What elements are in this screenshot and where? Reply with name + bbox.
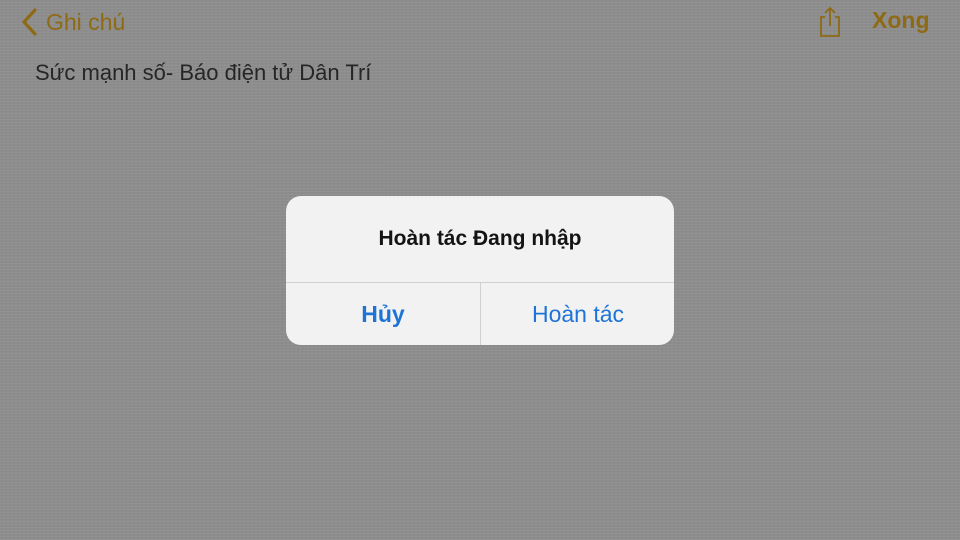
chevron-left-icon [20,7,38,37]
back-button-label: Ghi chú [46,8,126,35]
done-button[interactable]: Xong [872,7,930,34]
note-body-text[interactable]: Sức mạnh số- Báo điện tử Dân Trí [35,60,371,86]
undo-typing-alert: Hoàn tác Đang nhập Hủy Hoàn tác [286,196,674,345]
share-icon [817,7,843,43]
undo-button[interactable]: Hoàn tác [481,283,674,345]
alert-title: Hoàn tác Đang nhập [378,227,582,250]
cancel-button[interactable]: Hủy [286,283,480,345]
share-button[interactable] [817,5,843,39]
back-button[interactable]: Ghi chú [20,6,125,38]
